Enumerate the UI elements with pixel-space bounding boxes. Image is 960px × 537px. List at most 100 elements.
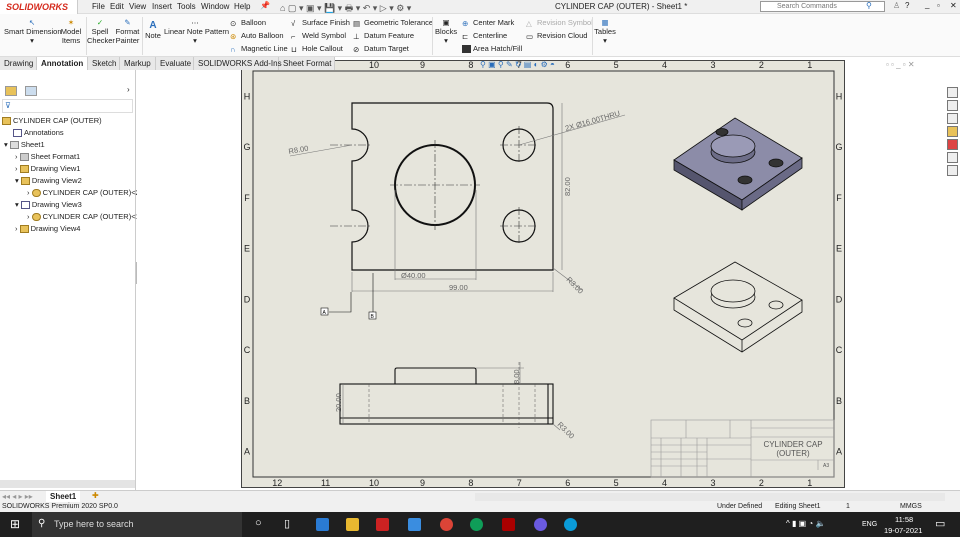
- menu-view[interactable]: View: [129, 2, 146, 11]
- minimize-button[interactable]: _: [925, 0, 929, 9]
- menu-tools[interactable]: Tools: [177, 2, 196, 11]
- blocks-button[interactable]: ▣ Blocks ▾: [435, 18, 457, 45]
- pin-icon[interactable]: 📌: [260, 1, 270, 10]
- clock-date[interactable]: 19-07-2021: [884, 526, 922, 535]
- centerline-icon: ⊏: [462, 32, 469, 42]
- tree-sheet1[interactable]: ▾ Sheet1: [4, 140, 45, 150]
- edge-icon[interactable]: [564, 518, 577, 531]
- datum-target-icon: ⊘: [353, 45, 360, 55]
- add-sheet-icon[interactable]: ✚: [92, 491, 99, 500]
- tab-annotation[interactable]: Annotation: [37, 57, 88, 70]
- view-palette-icon[interactable]: [947, 165, 958, 176]
- note-icon: A: [149, 20, 157, 31]
- user-icon[interactable]: ♙: [893, 1, 900, 10]
- horizontal-scrollbar[interactable]: [475, 493, 945, 501]
- weld-symbol-button[interactable]: ⌐ Weld Symbol: [291, 31, 346, 41]
- design-library-icon[interactable]: [947, 113, 958, 124]
- tree-sheet-format1[interactable]: › Sheet Format1: [15, 152, 80, 162]
- linear-note-pattern-button[interactable]: ⋯ Linear Note Pattern ▾: [164, 18, 229, 45]
- file-explorer-icon[interactable]: [346, 518, 359, 531]
- menu-file[interactable]: File: [92, 2, 105, 11]
- notifications-icon[interactable]: ▭: [935, 517, 945, 530]
- close-button[interactable]: ✕: [950, 1, 957, 10]
- status-bar: SOLIDWORKS Premium 2020 SP0.0 Under Defi…: [0, 502, 960, 512]
- sheet-scale[interactable]: 1: [846, 503, 850, 510]
- model-items-button[interactable]: ✶ Model Items: [60, 18, 82, 45]
- system-tray-icons[interactable]: ^ ▮ ▣ ◔ 🔈: [786, 519, 825, 528]
- tab-markup[interactable]: Markup: [120, 57, 156, 70]
- magnetic-line-button[interactable]: ∩ Magnetic Line: [230, 44, 288, 54]
- spell-checker-button[interactable]: ✓ Spell Checker: [87, 18, 115, 45]
- clock-time[interactable]: 11:58: [895, 515, 913, 524]
- expand-panel-icon[interactable]: ›: [127, 85, 130, 94]
- datum-target-button[interactable]: ⊘ Datum Target: [353, 44, 409, 55]
- geometric-tolerance-button[interactable]: ▤ Geometric Tolerance: [353, 18, 433, 28]
- surface-finish-button[interactable]: √ Surface Finish: [291, 18, 350, 28]
- home-icon[interactable]: [947, 87, 958, 98]
- windows-taskbar: ⊞ Type here to search ⚲ ○ ▯ ^ ▮ ▣ ◔ 🔈 EN…: [0, 512, 960, 537]
- tab-evaluate[interactable]: Evaluate: [156, 57, 194, 70]
- tree-drawing-view1[interactable]: › Drawing View1: [15, 164, 80, 174]
- tab-solidworks-addins[interactable]: SOLIDWORKS Add-Ins: [194, 57, 282, 70]
- tab-drawing[interactable]: Drawing: [0, 57, 37, 70]
- editing-state: Editing Sheet1: [775, 503, 821, 510]
- tab-sheet-format[interactable]: Sheet Format: [279, 57, 335, 70]
- restore-button[interactable]: ▫: [937, 1, 940, 10]
- filter-icon[interactable]: ⊽: [2, 99, 133, 113]
- tree-drawing-view4[interactable]: › Drawing View4: [15, 224, 80, 234]
- appearances-icon[interactable]: [947, 139, 958, 150]
- taskbar-search[interactable]: Type here to search: [32, 512, 242, 537]
- menu-help[interactable]: Help: [234, 2, 250, 11]
- feature-manager-tab-icon[interactable]: [5, 86, 17, 96]
- task-view-icon[interactable]: ▯: [284, 517, 290, 530]
- help-icon[interactable]: ?: [905, 1, 909, 10]
- custom-properties-icon[interactable]: [947, 152, 958, 163]
- title-bar: SOLIDWORKS File Edit View Insert Tools W…: [0, 0, 960, 14]
- datum-feature-button[interactable]: ⊥ Datum Feature: [353, 31, 414, 41]
- smart-dimension-button[interactable]: ↖ Smart Dimension ▾: [4, 18, 62, 45]
- heads-up-view-toolbar[interactable]: ⚲ ▣ ⚲ ✎ ↻ ▤ ◐ ⚙ ◓: [480, 60, 555, 69]
- tree-drawing-view3[interactable]: ▾ Drawing View3: [15, 200, 82, 210]
- revision-cloud-button[interactable]: ▭ Revision Cloud: [526, 31, 587, 41]
- balloon-button[interactable]: ⊙ Balloon: [230, 18, 266, 28]
- app-icon[interactable]: [408, 518, 421, 531]
- windows-start-icon[interactable]: ⊞: [10, 517, 20, 531]
- auto-balloon-button[interactable]: ⊛ Auto Balloon: [230, 31, 284, 41]
- chrome-alt-icon[interactable]: [534, 518, 547, 531]
- app-red-icon[interactable]: [502, 518, 515, 531]
- resources-icon[interactable]: [947, 100, 958, 111]
- tree-root[interactable]: CYLINDER CAP (OUTER): [2, 116, 102, 126]
- chrome-icon[interactable]: [440, 518, 453, 531]
- sheet-tab-sheet1[interactable]: Sheet1: [46, 491, 81, 502]
- property-manager-tab-icon[interactable]: [25, 86, 37, 96]
- panel-horizontal-scrollbar[interactable]: [0, 480, 135, 488]
- menu-insert[interactable]: Insert: [152, 2, 172, 11]
- unit-system[interactable]: MMGS: [900, 503, 922, 510]
- tree-part-ref-1[interactable]: › CYLINDER CAP (OUTER)<1: [27, 212, 140, 222]
- chrome-profile-icon[interactable]: [470, 518, 483, 531]
- file-explorer-icon[interactable]: [947, 126, 958, 137]
- tree-annotations[interactable]: Annotations: [13, 128, 64, 138]
- area-hatch-fill-button[interactable]: Area Hatch/Fill: [462, 44, 522, 54]
- hole-callout-button[interactable]: ⊔ Hole Callout: [291, 44, 343, 54]
- search-icon[interactable]: ⚲: [866, 1, 872, 10]
- format-painter-button[interactable]: ✎ Format Painter: [114, 18, 141, 45]
- menu-window[interactable]: Window: [201, 2, 229, 11]
- center-mark-button[interactable]: ⊕ Center Mark: [462, 18, 514, 28]
- language-indicator[interactable]: ENG: [862, 521, 877, 528]
- menu-edit[interactable]: Edit: [110, 2, 124, 11]
- cortana-icon[interactable]: ○: [255, 517, 262, 529]
- note-button[interactable]: A Note: [144, 20, 162, 40]
- centerline-button[interactable]: ⊏ Centerline: [462, 31, 507, 42]
- tree-drawing-view2[interactable]: ▾ Drawing View2: [15, 176, 82, 186]
- solidworks-taskbar-icon[interactable]: [376, 518, 389, 531]
- tree-part-ref-2[interactable]: › CYLINDER CAP (OUTER)<2: [27, 188, 140, 198]
- solidworks-logo[interactable]: SOLIDWORKS: [0, 0, 78, 14]
- command-manager-ribbon: ↖ Smart Dimension ▾ ✶ Model Items ✓ Spell Chec…: [0, 14, 960, 57]
- tables-button[interactable]: ▦ Tables ▾: [594, 18, 616, 45]
- document-window-controls[interactable]: ▫ ▫ _ ▫ ✕: [886, 60, 915, 69]
- drawing-sheet[interactable]: [241, 60, 845, 488]
- sheet-nav-arrows[interactable]: ◂◂ ◂ ▸ ▸▸: [2, 492, 33, 501]
- tab-sketch[interactable]: Sketch: [88, 57, 120, 70]
- mail-icon[interactable]: [316, 518, 329, 531]
